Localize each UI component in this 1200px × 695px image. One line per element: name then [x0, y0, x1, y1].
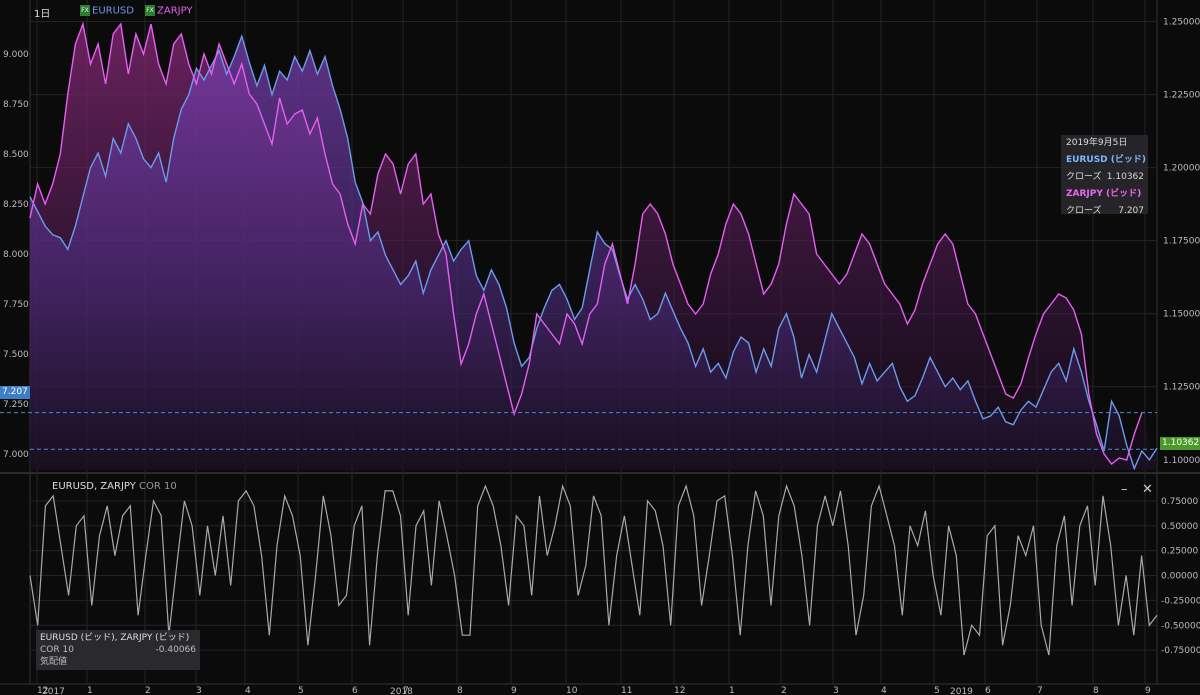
x-tick-label: 2: [145, 686, 151, 695]
close-icon[interactable]: ✕: [1142, 482, 1153, 497]
right-tick-label: 1.25000: [1163, 18, 1200, 28]
indicator-legend-label: COR 10: [40, 645, 74, 655]
right-tick-label: 1.20000: [1163, 164, 1200, 174]
left-tick-label: 8.750: [3, 100, 29, 110]
zarjpy-price-badge: 7.207: [0, 386, 30, 399]
x-tick-label: 7: [1037, 686, 1043, 695]
left-tick-label: 8.000: [3, 250, 29, 260]
right-tick-label: 1.17500: [1163, 237, 1200, 247]
x-tick-label: 9: [511, 686, 517, 695]
indicator-legend-value: -0.40066: [155, 645, 196, 655]
fx-icon: FX: [145, 5, 155, 16]
indicator-tick-label: 0.50000: [1161, 522, 1198, 532]
symbol-eurusd[interactable]: FX EURUSD: [80, 5, 134, 17]
year-label: 2018: [390, 687, 413, 695]
x-tick-label: 4: [881, 686, 887, 695]
crosshair-tooltip: 2019年9月5日 EURUSD (ビッド) クローズ 1.10362 ZARJP…: [1061, 135, 1148, 216]
x-tick-label: 4: [245, 686, 251, 695]
tooltip-eurusd-label: クローズ: [1066, 172, 1102, 182]
tooltip-eurusd-value: 1.10362: [1106, 172, 1144, 182]
left-tick-label: 8.250: [3, 200, 29, 210]
tooltip-zarjpy-value: 7.207: [1118, 206, 1144, 216]
tooltip-eurusd-title: EURUSD (ビッド): [1066, 155, 1147, 165]
indicator-legend-title: EURUSD (ビッド), ZARJPY (ビッド): [40, 633, 190, 643]
x-tick-label: 1: [729, 686, 735, 695]
eurusd-price-badge: 1.10362: [1160, 437, 1200, 450]
tooltip-eurusd-row: クローズ 1.10362: [1066, 169, 1148, 186]
x-tick-label: 10: [566, 686, 578, 695]
indicator-tick-label: -0.25000: [1161, 596, 1200, 606]
symbol-zarjpy-label: ZARJPY: [157, 5, 193, 17]
indicator-name: COR 10: [139, 481, 177, 492]
x-tick-label: 5: [934, 686, 940, 695]
right-tick-label: 1.22500: [1163, 91, 1200, 101]
left-tick-label: 7.250: [3, 400, 29, 410]
tooltip-date: 2019年9月5日: [1066, 138, 1128, 148]
x-tick-label: 2: [781, 686, 787, 695]
right-tick-label: 1.15000: [1163, 310, 1200, 320]
x-tick-label: 11: [621, 686, 632, 695]
interval-label[interactable]: 1日: [34, 5, 50, 20]
indicator-legend-row: COR 10 -0.40066: [40, 644, 196, 656]
right-tick-label: 1.12500: [1163, 383, 1200, 393]
x-tick-label: 3: [196, 686, 202, 695]
indicator-tick-label: 0.75000: [1161, 497, 1198, 507]
x-tick-label: 6: [352, 686, 358, 695]
indicator-symbols: EURUSD, ZARJPY: [52, 481, 136, 492]
year-label: 2017: [42, 687, 65, 695]
left-tick-label: 7.750: [3, 300, 29, 310]
minimize-icon[interactable]: –: [1121, 482, 1128, 497]
x-tick-label: 9: [1145, 686, 1151, 695]
fx-icon: FX: [80, 5, 90, 16]
tooltip-zarjpy-label: クローズ: [1066, 206, 1102, 216]
indicator-legend: EURUSD (ビッド), ZARJPY (ビッド) COR 10 -0.4006…: [36, 630, 200, 670]
indicator-tick-label: -0.50000: [1161, 621, 1200, 631]
chart-canvas[interactable]: 12 1 2 3 4 5 6 7 8 9 10 11 12 1 2 3 4 5 6 7 8 92017 2018 20191.…: [0, 0, 1200, 695]
year-label: 2019: [950, 687, 973, 695]
indicator-legend-extra: 気配値: [40, 657, 68, 667]
x-tick-label: 6: [985, 686, 991, 695]
left-tick-label: 7.000: [3, 450, 29, 460]
right-tick-label: 1.10000: [1163, 456, 1200, 466]
indicator-title: EURUSD, ZARJPY COR 10: [52, 481, 177, 492]
symbol-zarjpy[interactable]: FX ZARJPY: [145, 5, 193, 17]
tooltip-zarjpy-title: ZARJPY (ビッド): [1066, 189, 1142, 199]
x-tick-label: 3: [833, 686, 839, 695]
indicator-tick-label: 0.00000: [1161, 572, 1198, 582]
x-tick-label: 8: [1093, 686, 1099, 695]
x-tick-label: 5: [298, 686, 304, 695]
x-tick-label: 1: [87, 686, 93, 695]
left-tick-label: 8.500: [3, 150, 29, 160]
left-tick-label: 7.500: [3, 350, 29, 360]
x-tick-label: 12: [674, 686, 685, 695]
tooltip-zarjpy-row: クローズ 7.207: [1066, 203, 1148, 220]
indicator-tick-label: -0.75000: [1161, 646, 1200, 656]
left-tick-label: 9.000: [3, 50, 29, 60]
x-tick-label: 8: [457, 686, 463, 695]
symbol-eurusd-label: EURUSD: [92, 5, 134, 17]
indicator-tick-label: 0.25000: [1161, 547, 1198, 557]
